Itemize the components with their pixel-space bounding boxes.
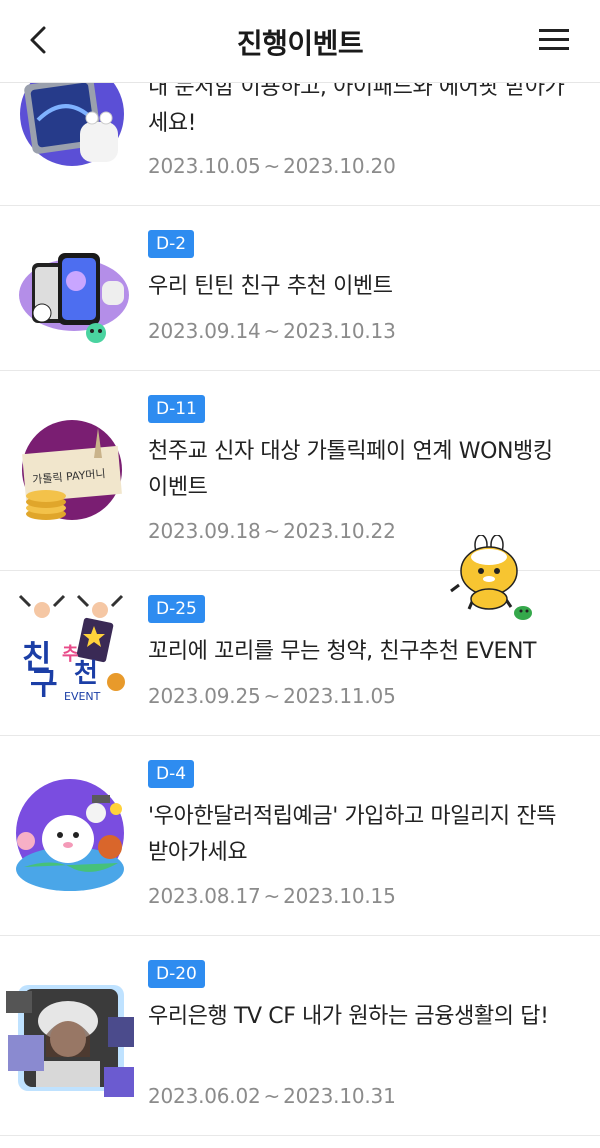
start-date: 2023.06.02 <box>148 1084 261 1108</box>
event-title: 우리 틴틴 친구 추천 이벤트 <box>148 274 393 299</box>
d-day-badge: D-4 <box>148 760 195 788</box>
tv-cf-thumbnail <box>6 985 134 1097</box>
event-period: 2023.08.17 ~2023.10.15 <box>148 884 396 908</box>
event-period: 2023.10.05 ~2023.10.20 <box>148 154 396 178</box>
start-date: 2023.10.05 <box>148 154 261 178</box>
start-date: 2023.09.25 <box>148 684 261 708</box>
friend-referral-thumbnail: 친 추 구 천 EVENT <box>18 594 125 703</box>
event-period: 2023.06.02 ~2023.10.31 <box>148 1084 396 1108</box>
date-separator: ~ <box>263 684 281 708</box>
page-title: 진행이벤트 <box>236 27 364 60</box>
event-title: 꼬리에 꼬리를 무는 청약, 친구추천 EVENT <box>148 639 537 664</box>
smartphone-thumbnail <box>19 253 129 343</box>
end-date: 2023.10.15 <box>283 884 396 908</box>
catholic-pay-thumbnail: 가톨릭 PAY머니 <box>22 420 122 520</box>
d-day-badge: D-20 <box>148 960 205 988</box>
end-date: 2023.10.13 <box>283 319 396 343</box>
start-date: 2023.09.18 <box>148 519 261 543</box>
event-period: 2023.09.18 ~2023.10.22 <box>148 519 396 543</box>
thumbnail-label: EVENT <box>64 690 101 703</box>
date-separator: ~ <box>263 319 281 343</box>
event-period: 2023.09.14 ~2023.10.13 <box>148 319 396 343</box>
date-separator: ~ <box>263 1084 281 1108</box>
event-period: 2023.09.25 ~2023.11.05 <box>148 684 396 708</box>
event-item[interactable]: D-4 '우아한달러적립예금' 가입하고 마일리지 잔뜩 받아가세요 2023.… <box>0 735 600 936</box>
event-title: 천주교 신자 대상 가톨릭페이 연계 WON뱅킹 이벤트 <box>148 439 553 500</box>
thumbnail-label: 구 <box>30 667 58 702</box>
date-separator: ~ <box>263 154 281 178</box>
end-date: 2023.10.22 <box>283 519 396 543</box>
date-separator: ~ <box>263 519 281 543</box>
d-day-badge: D-25 <box>148 595 205 623</box>
thumbnail-label: 천 <box>74 659 98 689</box>
end-date: 2023.11.05 <box>283 684 396 708</box>
d-day-badge: D-11 <box>148 395 205 423</box>
event-item[interactable]: D-2 우리 틴틴 친구 추천 이벤트 2023.09.14 ~2023.10.1… <box>0 205 600 371</box>
start-date: 2023.08.17 <box>148 884 261 908</box>
mascot-character[interactable] <box>445 535 540 625</box>
d-day-badge: D-2 <box>148 230 195 258</box>
date-separator: ~ <box>263 884 281 908</box>
start-date: 2023.09.14 <box>148 319 261 343</box>
app-header: 진행이벤트 <box>0 0 600 83</box>
end-date: 2023.10.31 <box>283 1084 396 1108</box>
dollar-savings-thumbnail <box>16 779 124 891</box>
hamburger-menu-icon[interactable] <box>536 24 572 56</box>
event-title: 우리은행 TV CF 내가 원하는 금융생활의 답! <box>148 1004 549 1029</box>
event-item[interactable]: D-20 우리은행 TV CF 내가 원하는 금융생활의 답! 2023.06.… <box>0 935 600 1136</box>
end-date: 2023.10.20 <box>283 154 396 178</box>
event-title: '우아한달러적립예금' 가입하고 마일리지 잔뜩 받아가세요 <box>148 804 557 865</box>
